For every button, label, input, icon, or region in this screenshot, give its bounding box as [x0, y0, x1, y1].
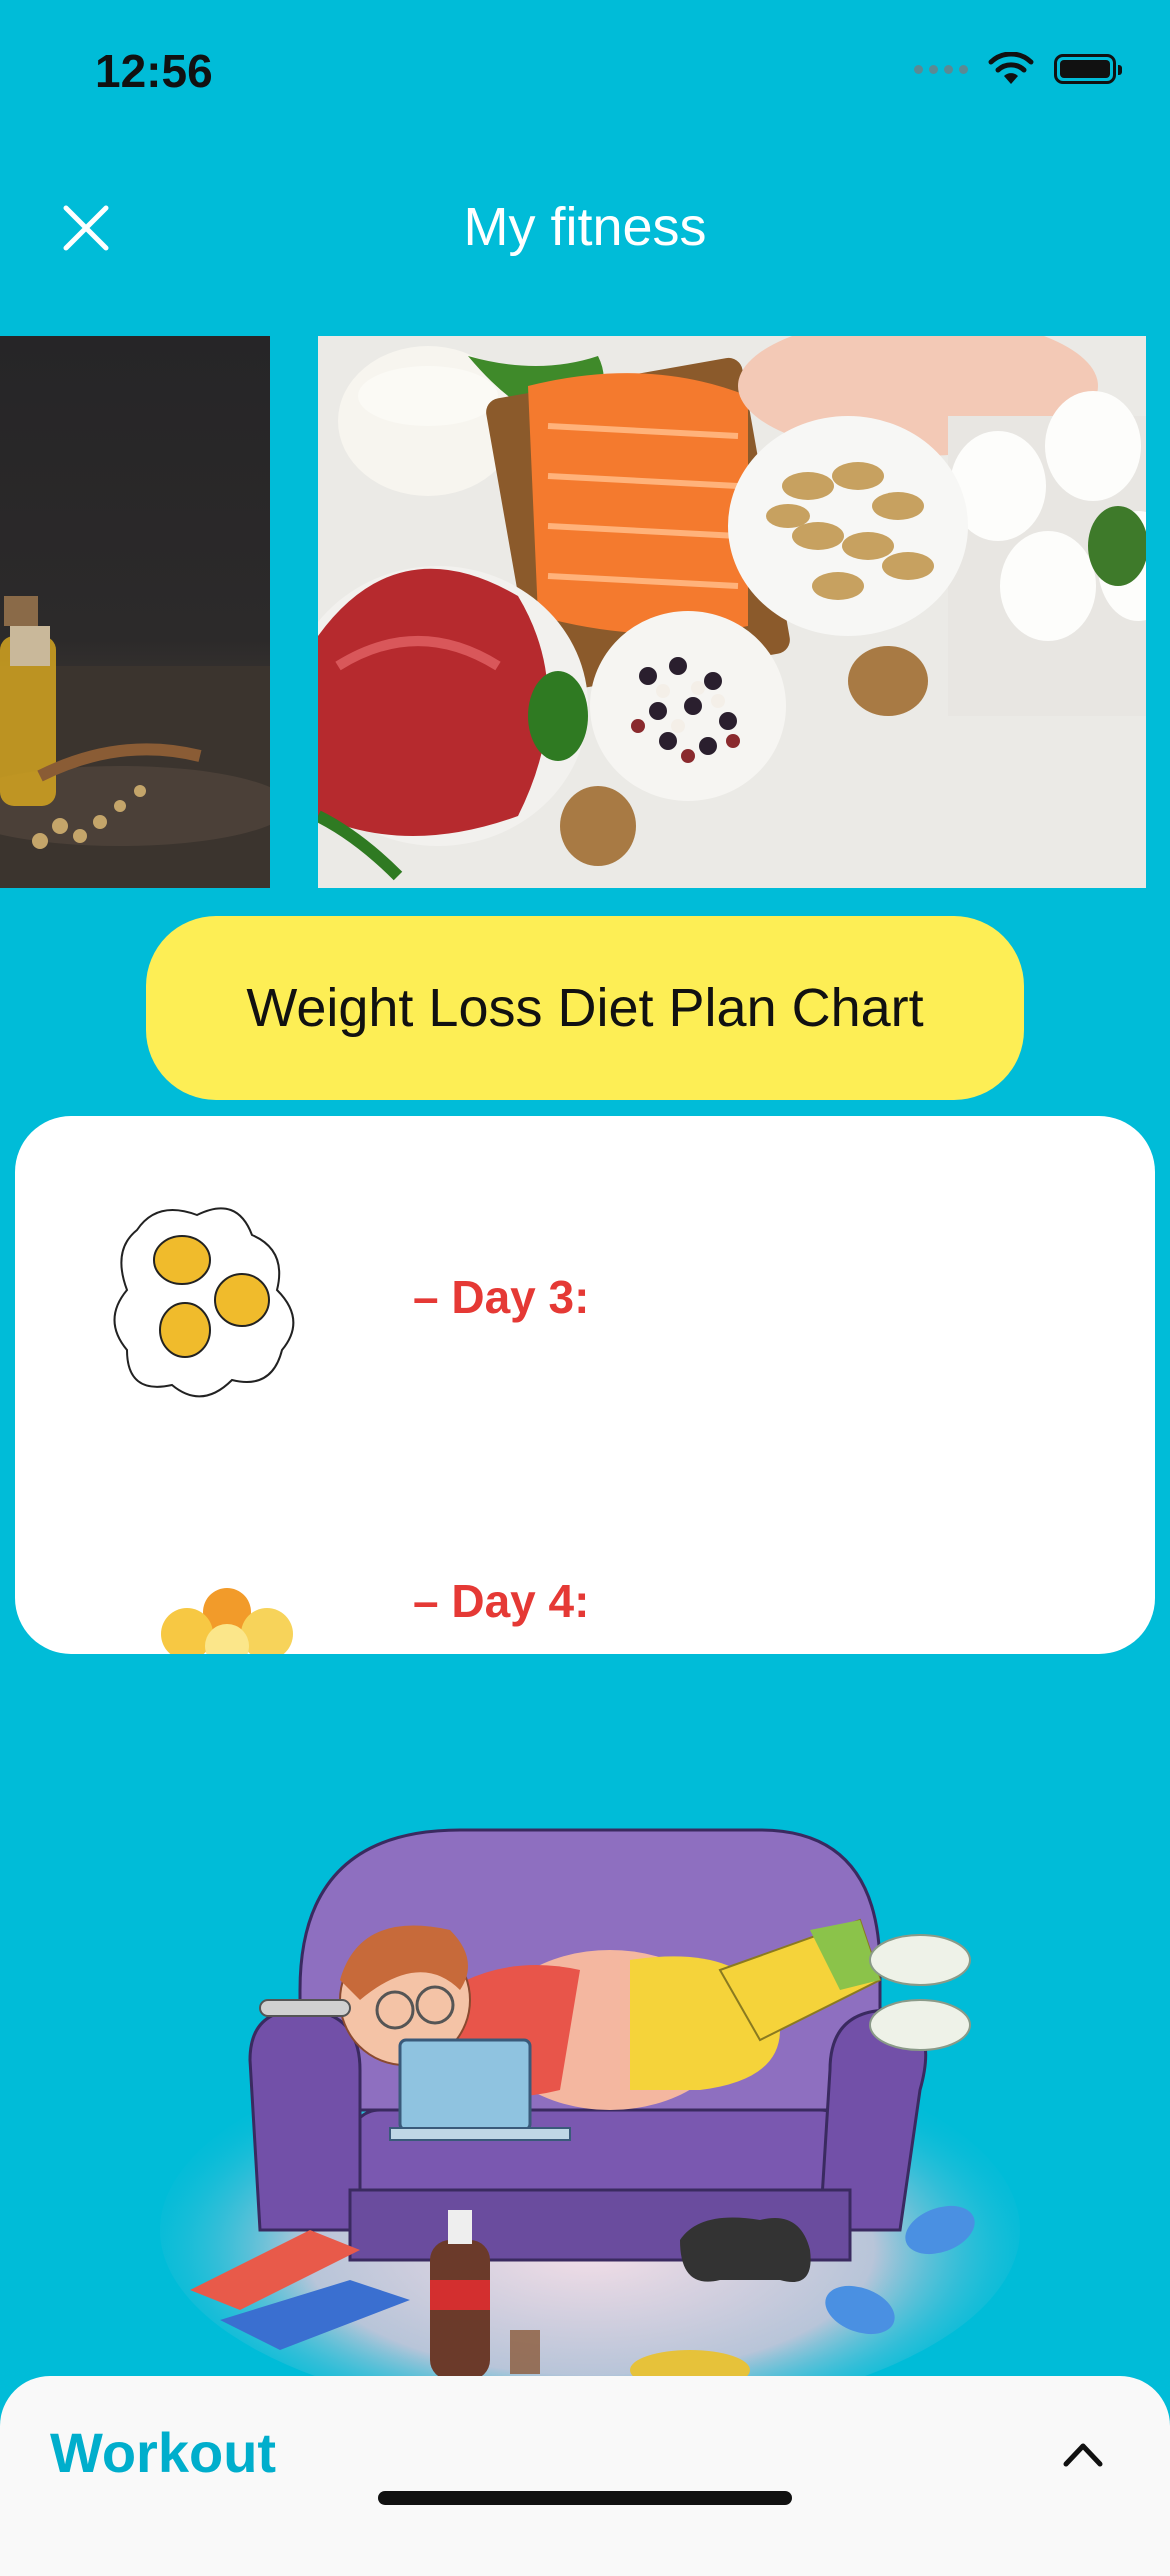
list-item[interactable]: – Day 4:: [15, 1574, 1155, 1654]
workout-bottom-sheet[interactable]: Workout: [0, 2376, 1170, 2576]
fried-eggs-icon: [113, 1207, 295, 1398]
status-time: 12:56: [95, 45, 213, 97]
diet-plan-chart-button[interactable]: Weight Loss Diet Plan Chart: [146, 916, 1024, 1100]
day-label: – Day 4:: [413, 1575, 590, 1627]
oil-and-seeds-photo[interactable]: [0, 336, 270, 888]
workout-label: Workout: [50, 2421, 277, 2484]
wifi-icon: [988, 52, 1034, 84]
chevron-up-icon[interactable]: [1058, 2434, 1108, 2474]
citrus-fruits-icon: [161, 1588, 293, 1654]
home-indicator: [378, 2491, 792, 2505]
page-title: My fitness: [463, 197, 707, 257]
cellular-signal-icon: [914, 64, 968, 74]
list-item[interactable]: – Day 3:: [15, 1190, 1155, 1410]
day-label: – Day 3:: [413, 1271, 590, 1323]
protein-foods-photo[interactable]: [318, 336, 1146, 888]
couch-potato-illustration: [160, 1828, 1020, 2390]
battery-icon: [1054, 54, 1122, 84]
status-icons: [914, 52, 1122, 86]
diet-day-list[interactable]: – Day 3: – Day 4:: [15, 1116, 1155, 1654]
image-carousel[interactable]: [0, 336, 1170, 888]
